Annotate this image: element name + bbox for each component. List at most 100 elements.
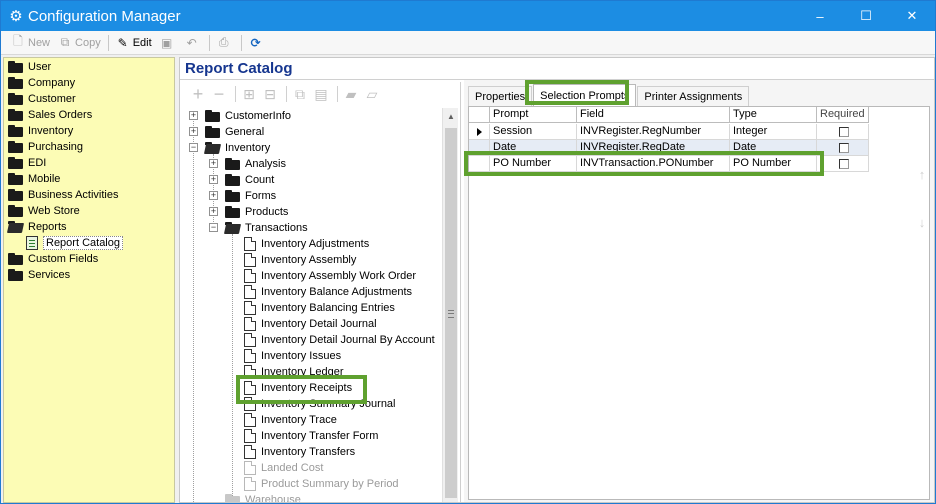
row-selector[interactable] [469, 124, 490, 140]
sidebar-item-sales-orders[interactable]: Sales Orders [8, 107, 92, 123]
tree-node-products[interactable]: Products [225, 204, 288, 220]
tree-node-report[interactable]: Inventory Summary Journal [244, 396, 396, 412]
sidebar-item-inventory[interactable]: Inventory [8, 123, 73, 139]
tree-node-report[interactable]: Inventory Detail Journal By Account [244, 332, 435, 348]
sidebar-item-company[interactable]: Company [8, 75, 75, 91]
row-selector[interactable] [469, 156, 490, 172]
sidebar-item-purchasing[interactable]: Purchasing [8, 139, 83, 155]
tab-selection-prompts[interactable]: Selection Prompts [533, 84, 637, 106]
required-checkbox[interactable] [839, 159, 849, 169]
expand-toggle[interactable]: + [189, 127, 198, 136]
new-document-icon: 🗋 [13, 34, 23, 48]
tree-node-label: Inventory Detail Journal [261, 318, 377, 330]
tree-node-warehouse[interactable]: Warehouse [225, 492, 301, 502]
close-button[interactable]: ✕ [889, 1, 935, 31]
copy-icon[interactable]: ⧉ [291, 86, 309, 102]
scrollbar-thumb[interactable] [445, 128, 457, 498]
copy-button[interactable]: ⧉ Copy [54, 33, 105, 53]
collapse-toggle[interactable]: − [189, 143, 198, 152]
tree-node-count[interactable]: Count [225, 172, 274, 188]
tree-node-report[interactable]: Inventory Issues [244, 348, 341, 364]
tree-node-report[interactable]: Inventory Balancing Entries [244, 300, 395, 316]
field-cell[interactable]: INVRegister.RegDate [577, 140, 730, 156]
remove-report-icon[interactable]: ⊟ [261, 86, 279, 102]
report-tree-pane: + − ⊞ ⊟ ⧉ ▤ ▰ ▱ + CustomerInfo + General… [183, 82, 461, 502]
tree-node-report[interactable]: Inventory Assembly [244, 252, 356, 268]
tree-node-report[interactable]: Landed Cost [244, 460, 323, 476]
tree-node-report[interactable]: Product Summary by Period [244, 476, 399, 492]
tree-node-report[interactable]: Inventory Ledger [244, 364, 344, 380]
add-icon[interactable]: + [189, 84, 207, 104]
field-cell[interactable]: INVRegister.RegNumber [577, 124, 730, 140]
expand-toggle[interactable]: + [209, 207, 218, 216]
required-checkbox[interactable] [839, 127, 849, 137]
sidebar-item-web-store[interactable]: Web Store [8, 203, 80, 219]
expand-toggle[interactable]: + [209, 159, 218, 168]
paste-icon[interactable]: ▤ [312, 86, 330, 102]
move-up-icon[interactable]: ↑ [915, 167, 929, 182]
refresh-button[interactable]: ⟳ [245, 33, 270, 53]
field-cell[interactable]: INVTransaction.PONumber [577, 156, 730, 172]
tree-node-report[interactable]: Inventory Assembly Work Order [244, 268, 416, 284]
move-down-icon[interactable]: ↓ [915, 215, 929, 230]
tree-node-inventory[interactable]: Inventory [205, 140, 270, 156]
column-header-prompt[interactable]: Prompt [490, 107, 577, 123]
tree-node-report[interactable]: Inventory Transfer Form [244, 428, 378, 444]
tree-node-label: Inventory Summary Journal [261, 398, 396, 410]
expand-toggle[interactable]: + [209, 175, 218, 184]
save-button[interactable]: ▣ [156, 33, 181, 53]
tree-node-forms[interactable]: Forms [225, 188, 276, 204]
tree-node-report[interactable]: Inventory Detail Journal [244, 316, 377, 332]
required-checkbox[interactable] [839, 143, 849, 153]
type-cell[interactable]: Date [730, 140, 817, 156]
type-cell[interactable]: Integer [730, 124, 817, 140]
tree-node-inventory-receipts[interactable]: Inventory Receipts [244, 380, 352, 396]
collapse-toggle[interactable]: − [209, 223, 218, 232]
expand-toggle[interactable]: + [189, 111, 198, 120]
tab-properties[interactable]: Properties [468, 86, 533, 106]
tree-node-report[interactable]: Inventory Adjustments [244, 236, 369, 252]
sidebar-item-label: EDI [28, 157, 47, 169]
sidebar-item-custom-fields[interactable]: Custom Fields [8, 251, 98, 267]
undo-button[interactable]: ↶ [181, 33, 206, 53]
tree-node-customerinfo[interactable]: CustomerInfo [205, 108, 291, 124]
sidebar-item-user[interactable]: User [8, 59, 51, 75]
edit-button[interactable]: ✎ Edit [112, 33, 156, 53]
maximize-button[interactable]: ☐ [843, 1, 889, 31]
export-icon[interactable]: ▱ [363, 86, 381, 102]
sidebar-item-business-activities[interactable]: Business Activities [8, 187, 118, 203]
print-button[interactable]: ⎙ [213, 33, 238, 53]
column-header-type[interactable]: Type [730, 107, 817, 123]
tree-node-analysis[interactable]: Analysis [225, 156, 286, 172]
tree-node-general[interactable]: General [205, 124, 264, 140]
remove-icon[interactable]: − [210, 84, 228, 104]
table-row[interactable]: PO Number INVTransaction.PONumber PO Num… [469, 156, 869, 172]
sidebar-item-mobile[interactable]: Mobile [8, 171, 60, 187]
sidebar-item-services[interactable]: Services [8, 267, 70, 283]
row-selector[interactable] [469, 140, 490, 156]
prompt-cell[interactable]: PO Number [490, 156, 577, 172]
column-header-required[interactable]: Required [817, 107, 869, 123]
tree-scrollbar[interactable]: ▲ [442, 108, 458, 502]
add-report-icon[interactable]: ⊞ [240, 86, 258, 102]
prompt-cell[interactable]: Date [490, 140, 577, 156]
tree-node-transactions[interactable]: Transactions [225, 220, 308, 236]
column-header-field[interactable]: Field [577, 107, 730, 123]
tree-node-report[interactable]: Inventory Balance Adjustments [244, 284, 412, 300]
tree-node-report[interactable]: Inventory Transfers [244, 444, 355, 460]
tab-printer-assignments[interactable]: Printer Assignments [637, 86, 750, 106]
sidebar-item-customer[interactable]: Customer [8, 91, 76, 107]
sidebar-item-report-catalog[interactable]: Report Catalog [26, 235, 123, 251]
scroll-up-icon[interactable]: ▲ [443, 108, 459, 124]
new-button[interactable]: 🗋 New [7, 33, 54, 53]
sidebar-item-edi[interactable]: EDI [8, 155, 46, 171]
tree-node-report[interactable]: Inventory Trace [244, 412, 337, 428]
sidebar-item-reports[interactable]: Reports [8, 219, 67, 235]
import-icon[interactable]: ▰ [342, 86, 360, 102]
minimize-button[interactable]: – [797, 1, 843, 31]
table-row[interactable]: Session INVRegister.RegNumber Integer [469, 124, 869, 140]
expand-toggle[interactable]: + [209, 191, 218, 200]
table-row[interactable]: Date INVRegister.RegDate Date [469, 140, 869, 156]
type-cell[interactable]: PO Number [730, 156, 817, 172]
prompt-cell[interactable]: Session [490, 124, 577, 140]
